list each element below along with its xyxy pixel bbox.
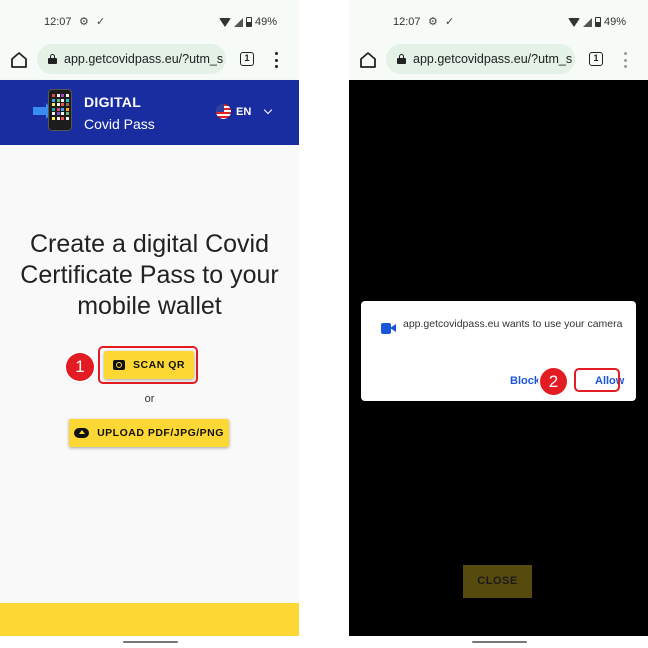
or-separator: or (144, 393, 155, 405)
scan-qr-button[interactable]: SCAN QR (104, 351, 194, 379)
tab-switcher-button[interactable]: 1 (240, 52, 254, 66)
battery-icon (245, 17, 252, 27)
annotation-badge: 1 (66, 353, 94, 381)
us-flag-icon (216, 104, 231, 119)
browser-toolbar: app.getcovidpass.eu/?utm_s 1 (0, 40, 299, 80)
url-bar[interactable]: app.getcovidpass.eu/?utm_s (37, 44, 226, 74)
lock-icon (397, 54, 406, 64)
home-icon[interactable] (358, 50, 378, 70)
camera-icon (113, 360, 126, 370)
page-headline: Create a digital Covid Certificate Pass … (20, 230, 279, 320)
cloud-upload-icon (74, 428, 90, 438)
status-time: 12:07 (393, 16, 421, 28)
upload-file-button[interactable]: UPLOAD PDF/JPG/PNG (69, 419, 229, 447)
url-bar[interactable]: app.getcovidpass.eu/?utm_s (386, 44, 575, 74)
wifi-icon (567, 17, 580, 27)
brand-title: DIGITAL (84, 94, 142, 110)
language-code: EN (236, 105, 252, 118)
overflow-menu-icon[interactable] (621, 52, 629, 68)
lock-icon (48, 54, 57, 64)
logo-arrow-icon (33, 103, 54, 119)
screenshot-step-1: 12:07 ⚙ ✓ 49% app.getcovidpass.eu/?utm_s… (0, 0, 299, 648)
url-text: app.getcovidpass.eu/?utm_s (413, 52, 573, 66)
battery-percent: 49% (254, 16, 277, 28)
settings-icon: ⚙ (79, 16, 89, 28)
cell-signal-icon (233, 17, 243, 27)
language-selector[interactable]: EN (216, 104, 273, 119)
tab-switcher-button[interactable]: 1 (589, 52, 603, 66)
brand-subtitle: Covid Pass (84, 116, 155, 132)
logo-phone-icon (48, 89, 72, 131)
wifi-icon (218, 17, 231, 27)
gesture-nav-handle[interactable] (122, 641, 178, 643)
home-icon[interactable] (9, 50, 29, 70)
cell-signal-icon (582, 17, 592, 27)
video-camera-icon (381, 323, 396, 334)
status-bar: 12:07 ⚙ ✓ 49% (0, 0, 299, 40)
gesture-nav-handle[interactable] (471, 641, 527, 643)
browser-toolbar: app.getcovidpass.eu/?utm_s 1 (349, 40, 648, 80)
scan-qr-label: SCAN QR (133, 359, 185, 371)
block-button[interactable]: Block (510, 375, 540, 387)
upload-label: UPLOAD PDF/JPG/PNG (97, 427, 224, 439)
battery-icon (594, 17, 601, 27)
chevron-down-icon (264, 105, 273, 115)
download-done-icon: ✓ (445, 16, 455, 28)
url-text: app.getcovidpass.eu/?utm_s (64, 52, 224, 66)
status-bar: 12:07 ⚙ ✓ 49% (349, 0, 648, 40)
annotation-highlight (574, 368, 620, 392)
settings-icon: ⚙ (428, 16, 438, 28)
permission-message: app.getcovidpass.eu wants to use your ca… (403, 318, 623, 330)
annotation-badge: 2 (540, 368, 567, 395)
overflow-menu-icon[interactable] (272, 52, 280, 68)
footer-bar (0, 603, 299, 636)
download-done-icon: ✓ (96, 16, 106, 28)
close-button[interactable]: CLOSE (463, 565, 532, 598)
screenshot-step-2: 12:07 ⚙ ✓ 49% app.getcovidpass.eu/?utm_s… (349, 0, 648, 648)
status-time: 12:07 (44, 16, 72, 28)
battery-percent: 49% (603, 16, 626, 28)
